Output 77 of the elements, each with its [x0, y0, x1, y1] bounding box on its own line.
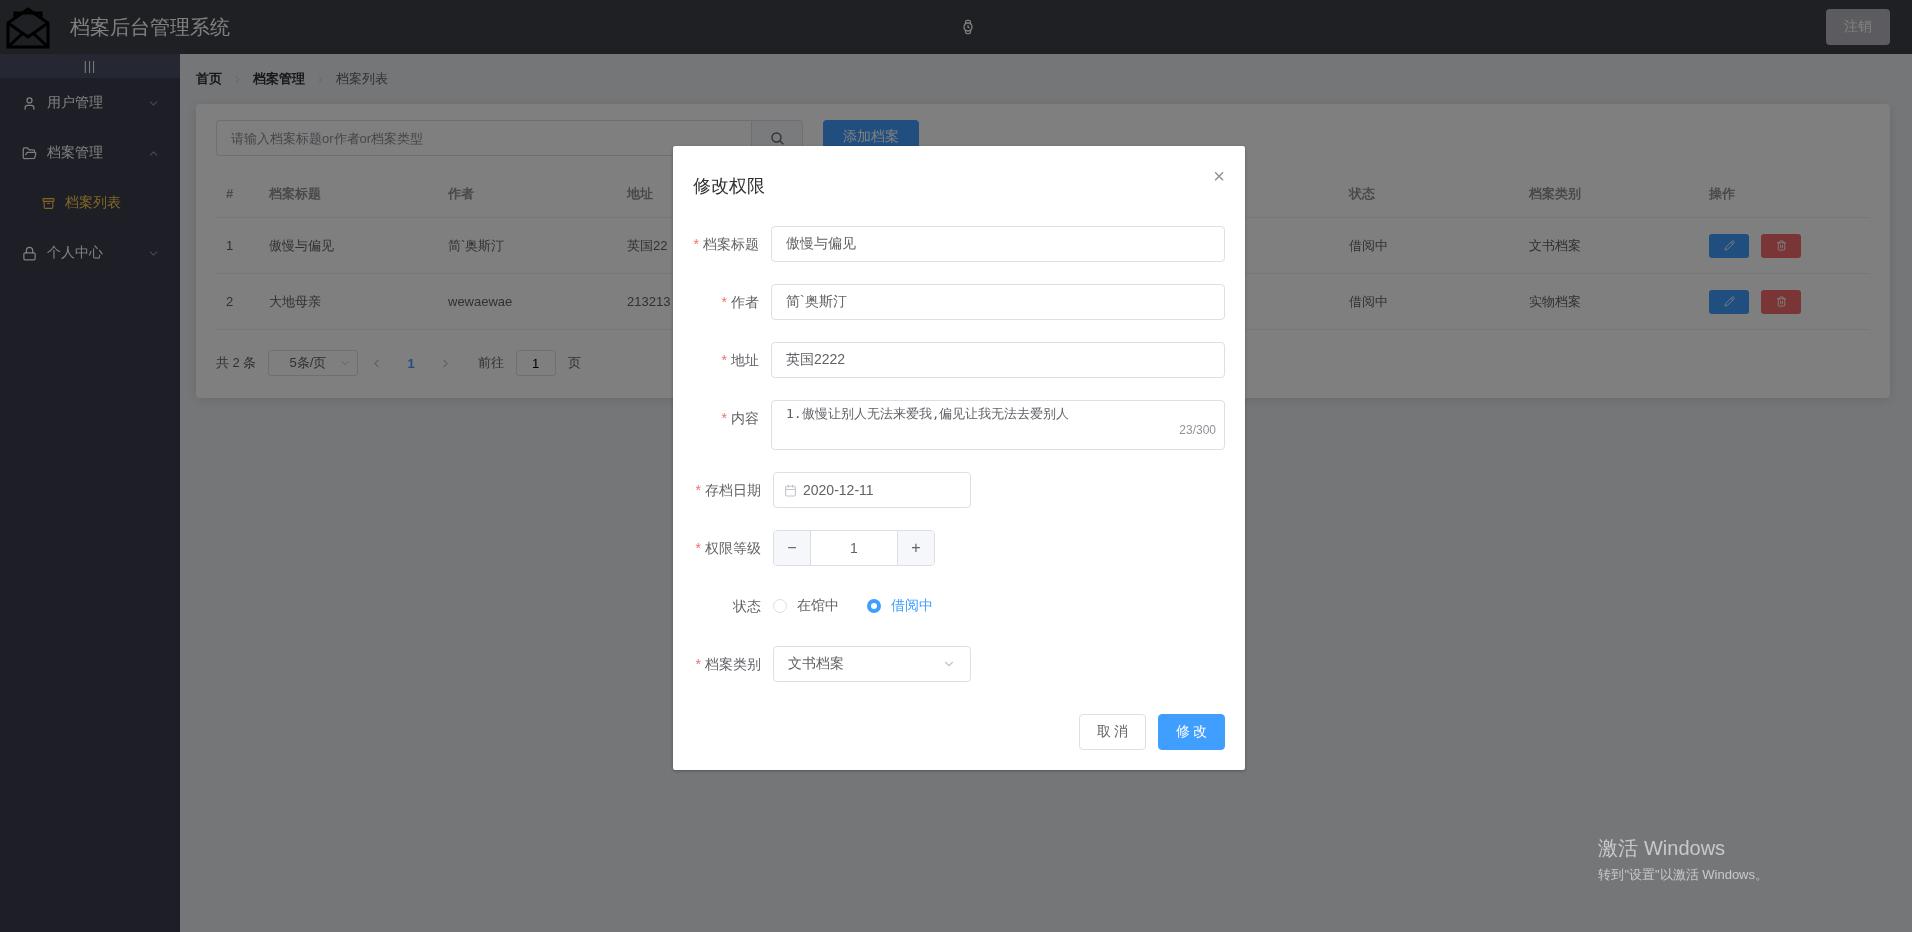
select-value: 文书档案 [788, 655, 844, 673]
menu-label: 用户管理 [47, 94, 104, 112]
archive-icon [42, 196, 55, 210]
calendar-icon [784, 483, 797, 497]
activation-text: 转到"设置"以激活 Windows。 [1598, 866, 1768, 884]
user-icon [22, 95, 37, 111]
table-cell: 213213 [627, 294, 671, 309]
textarea-field[interactable]: 1.傲慢让别人无法来爱我,偏见让我无法去爱别人 23/300 [771, 400, 1225, 450]
increment-button[interactable]: + [898, 531, 934, 565]
goto-label: 前往 [477, 354, 504, 372]
number-field[interactable]: − 1 + [773, 530, 935, 566]
char-counter: 23/300 [1179, 423, 1216, 437]
field-label: * 档案标题 [693, 235, 760, 254]
cancel-button[interactable]: 取 消 [1079, 714, 1146, 750]
sidebar-toggle[interactable]: ||| [0, 54, 180, 78]
breadcrumb-link[interactable]: 首页 [196, 70, 222, 88]
folder-icon [22, 145, 37, 161]
dialog-title: 修改权限 [693, 175, 765, 198]
menu-label: 个人中心 [47, 244, 104, 262]
activation-title: 激活 Windows [1598, 836, 1727, 861]
envelope-icon [5, 5, 51, 49]
trash-icon [1775, 240, 1787, 251]
field-label: 状态 [732, 597, 762, 616]
goto-suffix: 页 [567, 354, 581, 372]
table-cell: 英国22 [627, 236, 668, 255]
watch-icon[interactable] [960, 19, 976, 35]
field-label: * 内容 [720, 409, 760, 428]
trash-icon [1775, 296, 1787, 307]
sidebar-item[interactable]: 个人中心 [0, 228, 180, 278]
field-label: * 地址 [720, 351, 760, 370]
app-title: 档案后台管理系统 [70, 14, 231, 40]
edit-button[interactable] [1709, 289, 1749, 314]
table-cell: 简`奥斯汀 [448, 236, 505, 255]
field-label: * 权限等级 [694, 539, 762, 558]
text-field[interactable]: 英国2222 [771, 342, 1225, 378]
date-field[interactable]: 2020-12-11 [773, 472, 971, 508]
sidebar-subitem[interactable]: 档案列表 [0, 178, 180, 228]
select-field[interactable]: 文书档案 [773, 646, 971, 682]
table-cell: 实物档案 [1529, 292, 1581, 311]
table-cell: 大地母亲 [269, 292, 321, 311]
table-cell: wewaewae [448, 294, 513, 309]
submit-button[interactable]: 修 改 [1158, 714, 1225, 750]
table-cell: 傲慢与偏见 [269, 236, 334, 255]
submenu-label: 档案列表 [65, 194, 121, 212]
table-cell: 文书档案 [1529, 236, 1581, 255]
search-icon [770, 131, 784, 145]
edit-button[interactable] [1709, 233, 1749, 258]
text-field[interactable]: 傲慢与偏见 [771, 226, 1225, 262]
table-cell: 1 [226, 238, 234, 253]
radio-label: 在馆中 [797, 597, 839, 615]
total-count: 共 2 条 [216, 354, 257, 372]
table-cell: 2 [226, 294, 234, 309]
page-size-select[interactable]: 5条/页 [268, 350, 359, 376]
field-label: * 作者 [720, 293, 760, 312]
date-value: 2020-12-11 [803, 482, 874, 498]
field-label: * 存档日期 [694, 481, 762, 500]
radio-button[interactable] [867, 599, 881, 613]
delete-button[interactable] [1761, 233, 1801, 258]
pencil-icon [1723, 296, 1735, 307]
breadcrumb-link[interactable]: 档案列表 [336, 70, 388, 88]
text-field[interactable]: 简`奥斯汀 [771, 284, 1225, 320]
delete-button[interactable] [1761, 289, 1801, 314]
pencil-icon [1723, 240, 1735, 251]
decrement-button[interactable]: − [774, 531, 810, 565]
table-cell: 借阅中 [1349, 292, 1388, 311]
menu-label: 档案管理 [47, 144, 104, 162]
sidebar-item[interactable]: 档案管理 [0, 128, 180, 178]
textarea-text: 1.傲慢让别人无法来爱我,偏见让我无法去爱别人 [786, 406, 1070, 421]
goto-field[interactable]: 1 [515, 350, 556, 376]
table-cell: 借阅中 [1349, 236, 1388, 255]
radio-label: 借阅中 [891, 597, 933, 615]
lock-icon [22, 245, 37, 261]
breadcrumb-link[interactable]: 档案管理 [253, 70, 305, 88]
sidebar-item[interactable]: 用户管理 [0, 78, 180, 128]
field-label: * 档案类别 [694, 655, 762, 674]
close-button[interactable]: × [1213, 166, 1225, 186]
column-header: # [216, 170, 259, 218]
